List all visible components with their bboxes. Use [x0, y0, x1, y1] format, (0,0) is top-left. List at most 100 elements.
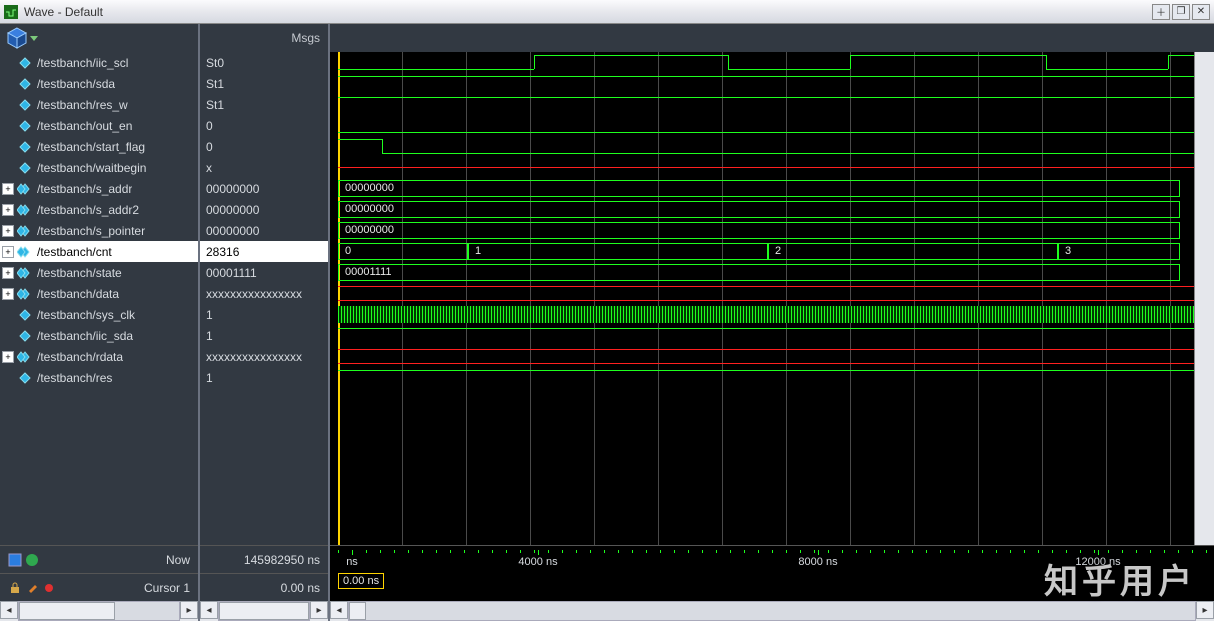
signal-name: /testbanch/data [37, 287, 119, 301]
waveform-row[interactable] [330, 304, 1194, 325]
signal-row[interactable]: +/testbanch/state [0, 262, 198, 283]
expand-button[interactable]: + [2, 351, 14, 363]
signal-row[interactable]: /testbanch/start_flag [0, 136, 198, 157]
signal-row[interactable]: +/testbanch/s_addr [0, 178, 198, 199]
ruler-label: 8000 ns [798, 556, 837, 568]
signal-name-header [0, 24, 200, 52]
signal-diamond-icon [17, 288, 33, 300]
signal-row[interactable]: + /testbanch/rdata [0, 346, 198, 367]
waveform-row[interactable]: 00000000 [330, 220, 1194, 241]
ruler-label: 4000 ns [518, 556, 557, 568]
signal-value: 28316 [200, 241, 328, 262]
expand-button [2, 309, 14, 321]
waveform-row[interactable] [330, 94, 1194, 115]
signal-name: /testbanch/start_flag [37, 140, 145, 154]
waveform-header [330, 24, 1214, 52]
signal-row[interactable]: /testbanch/iic_scl [0, 52, 198, 73]
signal-row[interactable]: /testbanch/sys_clk [0, 304, 198, 325]
waveform-row[interactable]: 00001111 [330, 262, 1194, 283]
dot-icon[interactable] [42, 581, 56, 595]
wave-hscroll[interactable]: ◂ ▸ [330, 601, 1214, 621]
cube-icon[interactable] [6, 27, 28, 49]
waveform-row[interactable] [330, 115, 1194, 136]
expand-button[interactable]: + [2, 246, 14, 258]
signal-name: /testbanch/s_addr2 [37, 203, 139, 217]
signal-name: /testbanch/res_w [37, 98, 128, 112]
signal-diamond-icon [17, 246, 33, 258]
waveform-row[interactable]: 00000000 [330, 199, 1194, 220]
signal-name: /testbanch/sys_clk [37, 308, 135, 322]
vertical-scrollbar[interactable] [1194, 52, 1214, 545]
signal-value: 00000000 [200, 199, 328, 220]
bus-label: 00000000 [345, 203, 394, 215]
signal-diamond-icon [17, 99, 33, 111]
waveform-row[interactable] [330, 52, 1194, 73]
signal-row[interactable]: /testbanch/res_w [0, 94, 198, 115]
signal-name: /testbanch/res [37, 371, 112, 385]
waveform-row[interactable] [330, 283, 1194, 304]
signal-diamond-icon [17, 372, 33, 384]
bus-label: 3 [1065, 245, 1071, 257]
signal-name: /testbanch/cnt [37, 245, 112, 259]
expand-button[interactable]: + [2, 225, 14, 237]
expand-button[interactable]: + [2, 288, 14, 300]
expand-button[interactable]: + [2, 183, 14, 195]
waveform-row[interactable] [330, 346, 1194, 367]
waveform-row[interactable]: 00000000 [330, 178, 1194, 199]
disk-icon[interactable] [8, 553, 22, 567]
signal-value: St1 [200, 94, 328, 115]
waveform-row[interactable] [330, 325, 1194, 346]
names-hscroll[interactable]: ◂ ▸ [0, 601, 200, 621]
signal-row[interactable]: + /testbanch/cnt [0, 241, 198, 262]
expand-button [2, 78, 14, 90]
dropdown-icon[interactable] [30, 36, 38, 41]
window-close-button[interactable]: ✕ [1192, 4, 1210, 20]
signal-row[interactable]: /testbanch/sda [0, 73, 198, 94]
scroll-left-button[interactable]: ◂ [200, 601, 218, 619]
waveform-row[interactable] [330, 136, 1194, 157]
waveform-row[interactable] [330, 367, 1194, 388]
signal-name: /testbanch/rdata [37, 350, 123, 364]
expand-button [2, 120, 14, 132]
signal-diamond-icon [17, 204, 33, 216]
wrench-icon[interactable] [25, 581, 39, 595]
expand-button[interactable]: + [2, 204, 14, 216]
waveform-row[interactable] [330, 73, 1194, 94]
bus-label: 00000000 [345, 224, 394, 236]
scroll-left-button[interactable]: ◂ [0, 601, 18, 619]
scroll-left-button[interactable]: ◂ [330, 601, 348, 619]
play-icon[interactable] [25, 553, 39, 567]
signal-diamond-icon [17, 309, 33, 321]
waveform-row[interactable]: 0123 [330, 241, 1194, 262]
window-extra-button[interactable]: ＋ [1152, 4, 1170, 20]
signal-row[interactable]: /testbanch/res [0, 367, 198, 388]
signal-row[interactable]: /testbanch/out_en [0, 115, 198, 136]
waveform-row[interactable] [330, 157, 1194, 178]
signal-value: St1 [200, 73, 328, 94]
signal-row[interactable]: /testbanch/waitbegin [0, 157, 198, 178]
signal-value: xxxxxxxxxxxxxxxx [200, 283, 328, 304]
signal-diamond-icon [17, 78, 33, 90]
scroll-right-button[interactable]: ▸ [310, 601, 328, 619]
signal-value: 1 [200, 304, 328, 325]
signal-name: /testbanch/s_pointer [37, 224, 145, 238]
scroll-right-button[interactable]: ▸ [1196, 601, 1214, 619]
signal-value: 0 [200, 136, 328, 157]
msgs-label: Msgs [291, 31, 320, 45]
signal-row[interactable]: + /testbanch/data [0, 283, 198, 304]
expand-button [2, 162, 14, 174]
signal-row[interactable]: + /testbanch/s_addr2 [0, 199, 198, 220]
signal-row[interactable]: + /testbanch/s_pointer [0, 220, 198, 241]
signal-row[interactable]: /testbanch/iic_sda [0, 325, 198, 346]
signal-name: /testbanch/sda [37, 77, 115, 91]
expand-button[interactable]: + [2, 267, 14, 279]
signal-value: 00000000 [200, 178, 328, 199]
values-hscroll[interactable]: ◂ ▸ [200, 601, 330, 621]
time-ruler-area[interactable]: ns4000 ns8000 ns12000 ns16000 ns 0.00 ns [330, 545, 1214, 601]
scroll-right-button[interactable]: ▸ [180, 601, 198, 619]
now-label: Now [166, 553, 190, 567]
window-restore-button[interactable]: ❐ [1172, 4, 1190, 20]
lock-icon[interactable] [8, 581, 22, 595]
waveform-area[interactable]: 00000000 00000000 00000000 012300001111 [330, 52, 1194, 545]
expand-button [2, 372, 14, 384]
